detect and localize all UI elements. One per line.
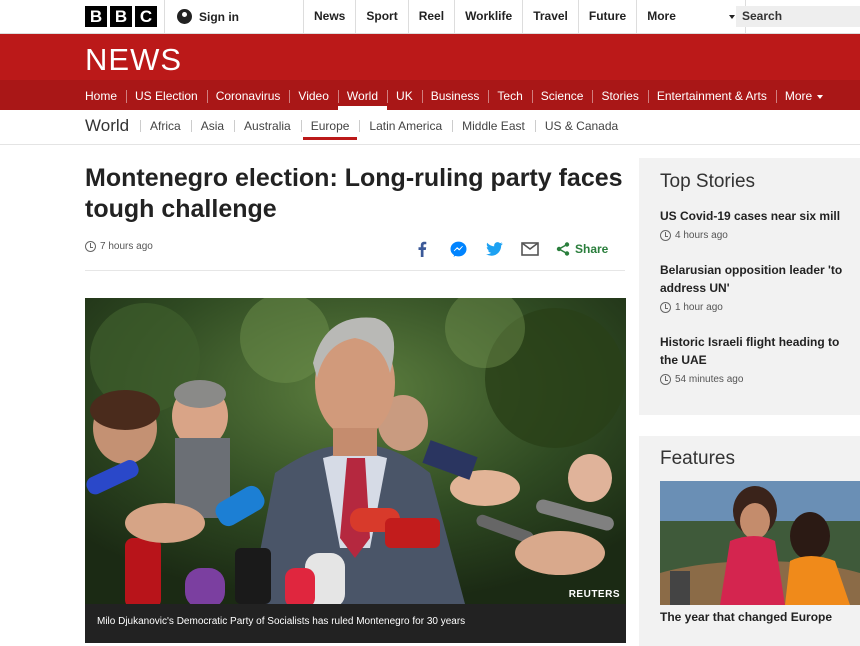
bbc-logo[interactable]: B B C bbox=[85, 6, 157, 27]
article-headline: Montenegro election: Long-ruling party f… bbox=[85, 164, 623, 223]
subnav-europe[interactable]: Europe bbox=[300, 110, 360, 145]
top-story-title-line[interactable]: address UN' bbox=[660, 279, 860, 297]
global-nav-news[interactable]: News bbox=[303, 0, 355, 33]
top-story-time: 54 minutes ago bbox=[660, 374, 860, 385]
email-icon[interactable] bbox=[520, 239, 540, 259]
clock-icon bbox=[85, 241, 96, 252]
logo-letter: B bbox=[85, 6, 107, 27]
top-story-time-label: 1 hour ago bbox=[675, 302, 723, 313]
nav-business[interactable]: Business bbox=[421, 80, 489, 110]
article-timestamp: 7 hours ago bbox=[85, 241, 153, 252]
image-credit: REUTERS bbox=[568, 589, 620, 600]
top-story-time-label: 4 hours ago bbox=[675, 230, 728, 241]
caret-down-icon bbox=[729, 15, 736, 19]
top-story-time: 4 hours ago bbox=[660, 230, 860, 241]
news-logo[interactable]: NEWS bbox=[85, 42, 182, 78]
image-caption: Milo Djukanovic's Democratic Party of So… bbox=[85, 604, 626, 643]
share-label: Share bbox=[575, 242, 609, 256]
divider bbox=[85, 270, 625, 271]
global-nav-worklife[interactable]: Worklife bbox=[454, 0, 522, 33]
section-title[interactable]: World bbox=[85, 116, 129, 136]
feature-image[interactable] bbox=[660, 481, 860, 605]
nav-entertainment-arts[interactable]: Entertainment & Arts bbox=[647, 80, 776, 110]
person-icon bbox=[177, 9, 192, 24]
nav-us-election[interactable]: US Election bbox=[126, 80, 207, 110]
nav-tech[interactable]: Tech bbox=[488, 80, 531, 110]
clock-icon bbox=[660, 302, 671, 313]
nav-science[interactable]: Science bbox=[531, 80, 593, 110]
subnav-asia[interactable]: Asia bbox=[190, 110, 234, 145]
logo-letter: B bbox=[110, 6, 132, 27]
features-heading: Features bbox=[660, 448, 735, 469]
sign-in-label: Sign in bbox=[199, 9, 239, 24]
search-input[interactable]: Search bbox=[736, 6, 860, 27]
nav-uk[interactable]: UK bbox=[387, 80, 422, 110]
share-button[interactable]: Share bbox=[556, 242, 608, 256]
global-nav-more[interactable]: More bbox=[636, 0, 747, 33]
features-panel: Features The year that changed Europe bbox=[639, 436, 860, 646]
nav-stories[interactable]: Stories bbox=[592, 80, 647, 110]
nav-coronavirus[interactable]: Coronavirus bbox=[206, 80, 290, 110]
news-banner: NEWS bbox=[0, 34, 860, 80]
global-nav-future[interactable]: Future bbox=[577, 0, 636, 33]
world-sub-nav: World Africa Asia Australia Europe Latin… bbox=[0, 110, 860, 145]
clock-icon bbox=[660, 230, 671, 241]
global-header: B B C Sign in News Sport Reel Worklife T… bbox=[0, 0, 860, 34]
messenger-icon[interactable] bbox=[448, 239, 468, 259]
nav-more[interactable]: More bbox=[775, 80, 832, 110]
global-nav: News Sport Reel Worklife Travel Future M… bbox=[303, 0, 747, 33]
nav-more-label: More bbox=[784, 89, 813, 103]
nav-video[interactable]: Video bbox=[289, 80, 337, 110]
feature-title[interactable]: The year that changed Europe bbox=[660, 610, 832, 624]
subnav-latin-america[interactable]: Latin America bbox=[359, 110, 452, 145]
subnav-africa[interactable]: Africa bbox=[140, 110, 191, 145]
top-story-title-line[interactable]: Belarusian opposition leader 'to bbox=[660, 261, 860, 279]
subnav-us-canada[interactable]: US & Canada bbox=[534, 110, 628, 145]
nav-home[interactable]: Home bbox=[76, 80, 126, 110]
sign-in-link[interactable]: Sign in bbox=[164, 0, 304, 33]
logo-letter: C bbox=[135, 6, 157, 27]
caret-down-icon bbox=[817, 94, 824, 99]
global-nav-more-label: More bbox=[647, 9, 676, 23]
twitter-icon[interactable] bbox=[484, 239, 504, 259]
timestamp-label: 7 hours ago bbox=[100, 241, 153, 252]
global-nav-travel[interactable]: Travel bbox=[522, 0, 578, 33]
article-main-image: REUTERS bbox=[85, 298, 626, 604]
top-story-time-label: 54 minutes ago bbox=[675, 374, 744, 385]
facebook-icon[interactable] bbox=[412, 239, 432, 259]
main-nav: Home US Election Coronavirus Video World… bbox=[0, 80, 860, 110]
share-tools: Share bbox=[412, 239, 608, 259]
top-story-item[interactable]: US Covid-19 cases near six mill 4 hours … bbox=[660, 207, 860, 241]
nav-world[interactable]: World bbox=[337, 80, 388, 110]
global-nav-reel[interactable]: Reel bbox=[407, 0, 454, 33]
subnav-australia[interactable]: Australia bbox=[234, 110, 301, 145]
clock-icon bbox=[660, 374, 671, 385]
top-story-item[interactable]: Historic Israeli flight heading to the U… bbox=[660, 333, 860, 385]
top-story-item[interactable]: Belarusian opposition leader 'to address… bbox=[660, 261, 860, 313]
top-stories-panel: Top Stories US Covid-19 cases near six m… bbox=[639, 158, 860, 415]
top-story-time: 1 hour ago bbox=[660, 302, 860, 313]
share-icon bbox=[556, 242, 570, 256]
top-story-title-line[interactable]: Historic Israeli flight heading to bbox=[660, 333, 860, 351]
global-nav-sport[interactable]: Sport bbox=[355, 0, 407, 33]
subnav-middle-east[interactable]: Middle East bbox=[452, 110, 535, 145]
top-story-title-line[interactable]: the UAE bbox=[660, 351, 860, 369]
top-stories-heading: Top Stories bbox=[660, 171, 756, 192]
top-story-title[interactable]: US Covid-19 cases near six mill bbox=[660, 207, 860, 225]
